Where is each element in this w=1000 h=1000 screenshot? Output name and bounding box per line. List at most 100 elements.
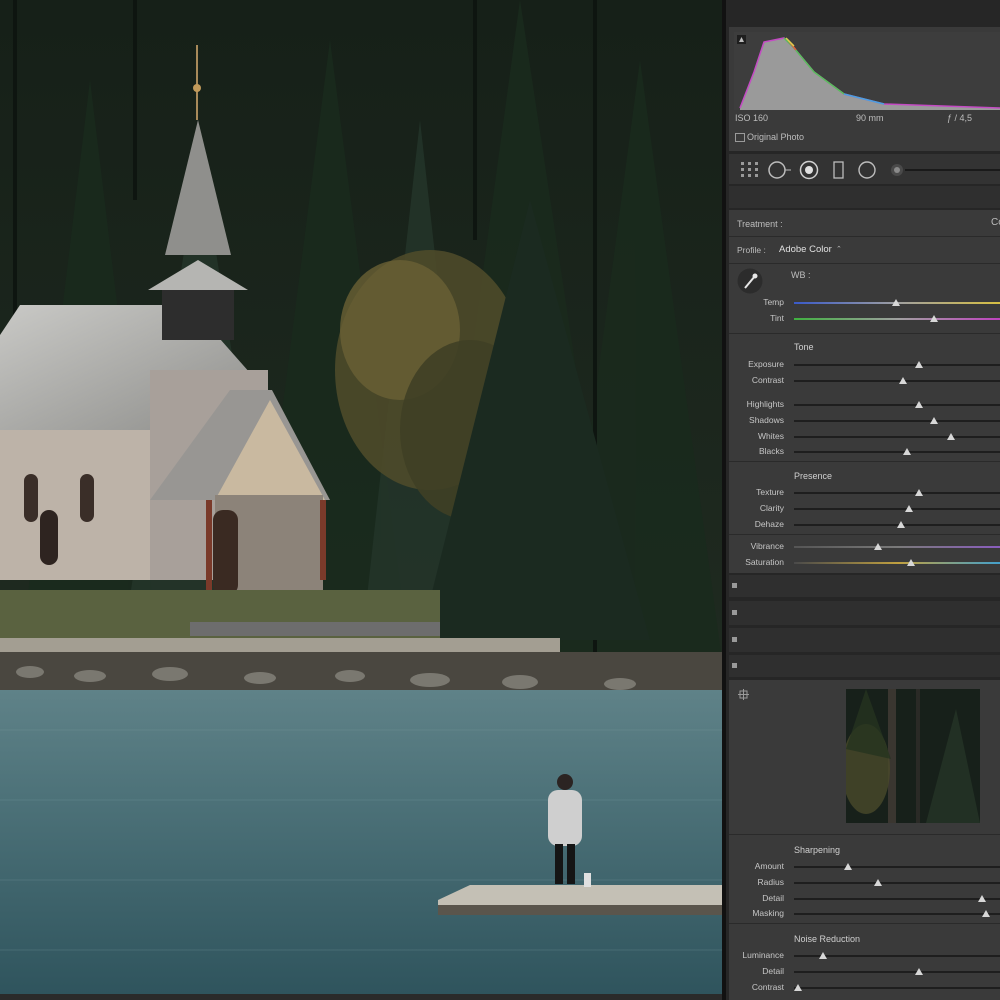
collapse-icon (732, 663, 737, 668)
slider-label-masking[interactable]: Masking (752, 908, 784, 918)
color-grading-panel-header[interactable] (729, 628, 1000, 652)
slider-track-vibrance[interactable] (794, 546, 1000, 548)
vibrance-section: Vibrance Saturation (729, 535, 1000, 573)
treatment-row: Treatment : Co (729, 210, 1000, 236)
original-photo-label: Original Photo (747, 132, 805, 142)
develop-panel: ISO 160 90 mm ƒ / 4,5 Original Photo Tre… (726, 0, 1000, 1000)
detail-panel-header[interactable] (729, 655, 1000, 677)
slider-thumb-exposure[interactable] (915, 361, 924, 368)
presence-section: Presence Texture Clarity Dehaze (729, 462, 1000, 534)
slider-track-amount[interactable] (794, 866, 1000, 868)
basic-panel-header[interactable] (729, 186, 1000, 208)
aperture-value: ƒ / 4,5 (947, 113, 973, 123)
slider-label-saturation[interactable]: Saturation (745, 557, 784, 567)
histogram-panel: ISO 160 90 mm ƒ / 4,5 Original Photo (729, 27, 1000, 151)
focal-length-value: 90 mm (856, 113, 884, 123)
target-icon[interactable] (738, 689, 750, 701)
slider-track-whites[interactable] (794, 435, 1000, 438)
slider-label-vibrance[interactable]: Vibrance (751, 541, 784, 551)
slider-label-shadows[interactable]: Shadows (749, 415, 784, 425)
slider-thumb-contrast[interactable] (794, 983, 803, 991)
tone-curve-panel-header[interactable] (729, 575, 1000, 597)
brush-toggle-icon[interactable] (887, 160, 1000, 180)
slider-thumb-whites[interactable] (946, 432, 955, 440)
slider-track-exposure[interactable] (794, 364, 1000, 366)
slider-label-texture[interactable]: Texture (756, 487, 784, 497)
grid-icon[interactable] (740, 160, 760, 180)
crop-icon[interactable] (767, 160, 793, 180)
slider-track-contrast[interactable] (794, 986, 1000, 989)
slider-label-detail[interactable]: Detail (762, 966, 784, 976)
slider-track-blacks[interactable] (794, 451, 1000, 454)
noise-reduction-section: Noise Reduction Luminance Detail Contrast (729, 924, 1000, 1000)
slider-label-contrast[interactable]: Contrast (752, 375, 784, 385)
slider-track-saturation[interactable] (794, 561, 1000, 564)
slider-label-radius[interactable]: Radius (758, 877, 784, 887)
slider-label-amount[interactable]: Amount (755, 861, 784, 871)
graduated-filter-icon[interactable] (832, 160, 846, 180)
slider-label-blacks[interactable]: Blacks (759, 446, 784, 456)
profile-label: Profile : (737, 245, 766, 255)
slider-thumb-shadows[interactable] (930, 416, 939, 424)
detail-preview-section (729, 680, 1000, 834)
tone-section: Tone Exposure Contrast Highlights Shadows Wh… (729, 334, 1000, 461)
wb-label: WB : (791, 270, 811, 280)
original-photo-checkbox[interactable] (735, 133, 745, 142)
slider-track-clarity[interactable] (794, 507, 1000, 510)
detail-preview-image[interactable] (846, 689, 980, 823)
slider-label-highlights[interactable]: Highlights (747, 399, 784, 409)
slider-thumb-texture[interactable] (915, 489, 924, 496)
slider-track-shadows[interactable] (794, 419, 1000, 422)
slider-thumb-highlights[interactable] (915, 401, 924, 408)
slider-thumb-amount[interactable] (844, 863, 853, 870)
slider-thumb-saturation[interactable] (907, 558, 916, 566)
slider-thumb-tint[interactable] (930, 314, 939, 322)
slider-thumb-vibrance[interactable] (873, 543, 882, 550)
white-balance-section: WB : Temp Tint (729, 264, 1000, 333)
slider-track-detail[interactable] (794, 970, 1000, 973)
sharpening-label: Sharpening (794, 845, 841, 855)
slider-track-contrast[interactable] (794, 379, 1000, 382)
profile-dropdown-arrow[interactable]: ⌃ (836, 245, 842, 253)
slider-label-temp[interactable]: Temp (763, 297, 784, 307)
slider-label-whites[interactable]: Whites (758, 431, 784, 441)
slider-track-tint[interactable] (794, 317, 1000, 320)
slider-thumb-contrast[interactable] (898, 376, 907, 384)
slider-track-highlights[interactable] (794, 404, 1000, 406)
collapse-icon (732, 610, 737, 615)
collapse-icon (732, 637, 737, 642)
profile-dropdown[interactable]: Adobe Color (779, 244, 832, 255)
filmstrip-edge (0, 994, 722, 1000)
slider-label-clarity[interactable]: Clarity (760, 503, 784, 513)
slider-thumb-blacks[interactable] (902, 448, 911, 456)
slider-thumb-luminance[interactable] (819, 952, 828, 959)
slider-label-tint[interactable]: Tint (770, 313, 784, 323)
slider-track-texture[interactable] (794, 492, 1000, 494)
slider-label-luminance[interactable]: Luminance (742, 950, 784, 960)
slider-thumb-clarity[interactable] (904, 504, 913, 512)
hsl-panel-header[interactable] (729, 601, 1000, 625)
slider-thumb-masking[interactable] (982, 910, 991, 918)
treatment-color-option[interactable]: Co (991, 217, 1000, 228)
noise-reduction-label: Noise Reduction (794, 934, 861, 944)
eyedropper-icon[interactable] (737, 268, 763, 294)
slider-label-detail[interactable]: Detail (762, 893, 784, 903)
slider-thumb-detail[interactable] (978, 894, 987, 902)
photo-canvas[interactable] (0, 0, 722, 994)
slider-track-radius[interactable] (794, 881, 1000, 884)
slider-thumb-detail[interactable] (915, 967, 924, 975)
profile-row: Profile : Adobe Color ⌃ (729, 237, 1000, 263)
tool-strip (729, 154, 1000, 184)
histogram-graph[interactable] (734, 32, 1000, 112)
slider-label-exposure[interactable]: Exposure (748, 359, 784, 369)
slider-thumb-radius[interactable] (873, 878, 882, 886)
slider-thumb-temp[interactable] (892, 299, 901, 306)
slider-track-detail[interactable] (794, 897, 1000, 900)
slider-label-dehaze[interactable]: Dehaze (755, 519, 784, 529)
slider-label-contrast[interactable]: Contrast (752, 982, 784, 992)
iso-value: ISO 160 (735, 113, 769, 123)
spot-removal-icon[interactable] (799, 160, 819, 180)
radial-filter-icon[interactable] (857, 160, 877, 180)
slider-track-masking[interactable] (794, 913, 1000, 916)
slider-thumb-dehaze[interactable] (896, 520, 905, 528)
